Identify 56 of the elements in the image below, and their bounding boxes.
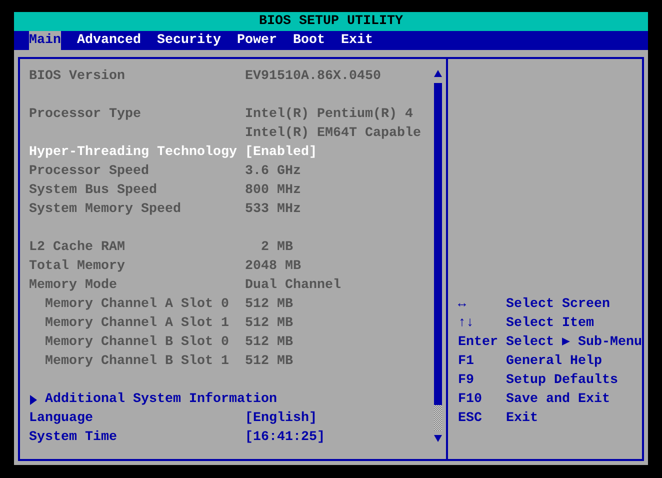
key-label: ESC — [458, 410, 483, 428]
menu-tab[interactable]: Security — [157, 31, 221, 50]
triangle-icon — [29, 394, 37, 404]
scroll-up-icon[interactable] — [434, 69, 442, 77]
setting-value: [16:41:25] — [245, 429, 325, 447]
scroll-down-icon[interactable] — [434, 435, 442, 443]
submenu-item[interactable]: Additional System Information — [29, 390, 277, 409]
setting-value: EV91510A.86X.0450 — [245, 68, 381, 86]
scrollbar-thumb[interactable] — [434, 83, 442, 405]
setting-value: 2048 MB — [245, 258, 301, 276]
setting-label[interactable]: System Time — [29, 428, 245, 447]
key-description: Select Screen — [506, 296, 610, 314]
setting-value: 2 MB — [260, 239, 293, 257]
key-label: F10 — [458, 391, 483, 409]
key-description: Select ▶ Sub-Menu — [506, 334, 642, 352]
menu-tab[interactable]: Power — [237, 31, 277, 50]
setting-label[interactable]: Language — [29, 409, 245, 428]
key-label: F9 — [458, 372, 475, 390]
setting-value: 800 MHz — [245, 182, 301, 200]
setting-value: [Enabled] — [245, 144, 317, 162]
setting-label: Processor Speed — [29, 163, 150, 181]
key-description: Exit — [506, 410, 538, 428]
setting-label: Memory Channel A Slot 1 — [44, 315, 230, 333]
setting-value: Intel(R) Pentium(R) 4 — [245, 106, 414, 124]
setting-label: System Memory Speed — [29, 201, 182, 219]
setting-value: 512 MB — [245, 296, 293, 314]
setting-label: Memory Channel A Slot 0 — [44, 296, 230, 314]
setting-value: 512 MB — [245, 315, 293, 333]
setting-value: Intel(R) EM64T Capable — [245, 125, 421, 143]
menu-tab[interactable]: Boot — [293, 31, 325, 50]
menu-tab[interactable]: Advanced — [77, 31, 141, 50]
setting-label: Processor Type — [29, 106, 142, 124]
key-label: ↔ — [458, 296, 467, 314]
setting-label: BIOS Version — [29, 68, 126, 86]
key-label: Enter — [458, 334, 499, 352]
menu-tab[interactable]: Main — [29, 31, 61, 50]
key-label: ↑↓ — [458, 315, 475, 333]
setting-label: L2 Cache RAM — [29, 239, 126, 257]
setting-label: Memory Mode — [29, 277, 118, 295]
key-description: General Help — [506, 353, 602, 371]
setting-label: System Bus Speed — [29, 182, 158, 200]
setting-label: Memory Channel B Slot 1 — [44, 353, 230, 371]
setting-label: Memory Channel B Slot 0 — [44, 334, 230, 352]
setting-value: 3.6 GHz — [245, 163, 301, 181]
setting-value: [English] — [245, 410, 317, 428]
setting-label: Total Memory — [29, 258, 126, 276]
key-description: Setup Defaults — [506, 372, 618, 390]
setting-value: 512 MB — [245, 334, 293, 352]
menu-tab[interactable]: Exit — [341, 31, 373, 50]
key-label: F1 — [458, 353, 475, 371]
key-description: Save and Exit — [506, 391, 610, 409]
window-title: BIOS SETUP UTILITY — [259, 13, 403, 31]
setting-value: 533 MHz — [245, 201, 301, 219]
key-description: Select Item — [506, 315, 594, 333]
setting-value: Dual Channel — [245, 277, 341, 295]
setting-value: 512 MB — [245, 353, 293, 371]
